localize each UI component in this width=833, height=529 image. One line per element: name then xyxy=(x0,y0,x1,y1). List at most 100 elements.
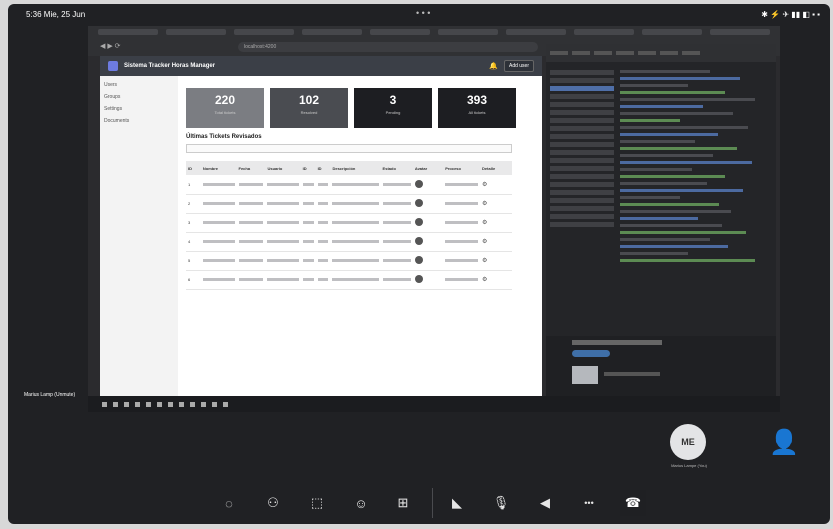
table-row[interactable]: 1 ⚙ xyxy=(186,175,512,195)
gear-icon[interactable]: ⚙ xyxy=(480,270,512,290)
gear-icon[interactable]: ⚙ xyxy=(480,213,512,233)
blurred-text xyxy=(382,182,411,186)
blurred-cell xyxy=(330,175,381,195)
taskbar-icon[interactable] xyxy=(179,401,184,407)
table-row[interactable]: 4 ⚙ xyxy=(186,232,512,252)
self-avatar[interactable]: ME xyxy=(670,424,706,460)
blurred-cell xyxy=(315,175,331,195)
column-header[interactable]: ID xyxy=(300,161,316,175)
blurred-cell xyxy=(236,213,266,233)
blurred-cell xyxy=(236,251,266,271)
column-header[interactable]: ID xyxy=(315,161,331,175)
taskbar-icon[interactable] xyxy=(201,401,206,407)
taskbar-icon[interactable] xyxy=(124,401,129,407)
blurred-text xyxy=(445,202,479,205)
taskbar-icon[interactable] xyxy=(102,401,107,407)
search-input[interactable] xyxy=(186,144,512,153)
thumbnail-image xyxy=(572,366,598,384)
blurred-text xyxy=(267,221,299,224)
table-row[interactable]: 6 ⚙ xyxy=(186,270,512,290)
stat-label: Pending xyxy=(385,110,401,115)
blurred-cell xyxy=(265,194,301,214)
app-logo-icon xyxy=(108,61,118,71)
taskbar-icon[interactable] xyxy=(157,401,162,407)
camera-off-icon[interactable]: ◣ xyxy=(444,490,470,516)
taskbar-icon[interactable] xyxy=(146,401,151,407)
sidebar-item-groups[interactable]: Groups xyxy=(104,94,174,100)
url-bar[interactable]: localhost:4200 xyxy=(238,42,538,52)
blurred-cell xyxy=(315,194,331,214)
blurred-text xyxy=(332,221,379,224)
column-header[interactable]: Descripción xyxy=(330,161,381,175)
more-dots-icon[interactable]: • • • xyxy=(416,8,430,18)
column-header[interactable]: Fecha xyxy=(236,161,266,175)
column-header[interactable]: Detalle xyxy=(480,161,512,175)
person-silhouette-icon[interactable]: 👤 xyxy=(766,424,802,460)
stat-card: 220 Total tickets xyxy=(186,88,264,128)
sidebar-item-users[interactable]: Users xyxy=(104,82,174,88)
column-header[interactable]: Nombre xyxy=(200,161,237,175)
blurred-text xyxy=(238,182,264,186)
blurred-text xyxy=(317,202,329,205)
column-header[interactable]: Estado xyxy=(380,161,413,175)
gear-icon[interactable]: ⚙ xyxy=(480,175,512,195)
table-title: Últimas Tickets Revisados xyxy=(186,134,262,140)
blurred-cell xyxy=(443,194,481,214)
people-icon[interactable]: ⚇ xyxy=(260,490,286,516)
table-row[interactable]: 2 ⚙ xyxy=(186,194,512,214)
blurred-text xyxy=(317,182,329,186)
status-time: 5:36 Mie, 25 Jun xyxy=(26,10,86,19)
mic-icon[interactable]: 🎙 xyxy=(488,490,514,516)
notification-icon[interactable]: 🔔 xyxy=(489,62,498,70)
shared-screen: ◀ ▶ ⟳ localhost:4200 Sistema Tracker Hor… xyxy=(88,26,780,412)
taskbar-icon[interactable] xyxy=(168,401,173,407)
stat-card: 102 Resolved xyxy=(270,88,348,128)
share-icon[interactable]: ⬚ xyxy=(304,490,330,516)
blurred-text xyxy=(332,240,379,243)
controls-divider xyxy=(432,488,433,518)
sidebar-item-documents[interactable]: Documents xyxy=(104,118,174,124)
more-icon[interactable]: ••• xyxy=(576,490,602,516)
table-row[interactable]: 5 ⚙ xyxy=(186,251,512,271)
react-icon[interactable]: ☺ xyxy=(348,490,374,516)
taskbar-icon[interactable] xyxy=(113,401,118,407)
stat-card: 393 All tickets xyxy=(438,88,516,128)
speaker-icon[interactable]: ◀ xyxy=(532,490,558,516)
avatar-icon xyxy=(414,275,423,283)
console-pill[interactable] xyxy=(572,350,610,357)
blurred-cell xyxy=(380,232,413,252)
sidebar-item-settings[interactable]: Settings xyxy=(104,106,174,112)
add-user-button[interactable]: Add user xyxy=(503,60,534,72)
hangup-icon[interactable]: ☎ xyxy=(620,490,646,516)
column-header[interactable]: Avatar xyxy=(412,161,444,175)
gear-icon[interactable]: ⚙ xyxy=(480,232,512,252)
table-row[interactable]: 3 ⚙ xyxy=(186,213,512,233)
blurred-text xyxy=(202,240,235,243)
browser-nav-icons[interactable]: ◀ ▶ ⟳ xyxy=(100,42,121,50)
devtools-tree[interactable] xyxy=(550,70,614,230)
taskbar-icon[interactable] xyxy=(190,401,195,407)
taskbar-icon[interactable] xyxy=(135,401,140,407)
gear-icon[interactable]: ⚙ xyxy=(480,251,512,271)
chat-icon[interactable]: ◌ xyxy=(216,490,242,516)
cell-id: 2 xyxy=(186,194,201,214)
taskbar-icon[interactable] xyxy=(212,401,217,407)
blurred-text xyxy=(332,202,379,205)
blurred-cell xyxy=(200,213,237,233)
cell-id: 6 xyxy=(186,270,201,290)
blurred-cell xyxy=(330,270,381,290)
cell-id: 4 xyxy=(186,232,201,252)
column-header[interactable]: Proceso xyxy=(443,161,481,175)
console-link[interactable] xyxy=(572,340,662,345)
taskbar-icon[interactable] xyxy=(223,401,228,407)
table-body: 1 ⚙ 2 ⚙ 3 ⚙ 4 ⚙ 5 ⚙ 6 ⚙ xyxy=(186,175,512,290)
stat-value: 3 xyxy=(389,93,397,107)
column-header[interactable]: ID xyxy=(186,161,201,175)
blurred-cell xyxy=(265,175,301,195)
column-header[interactable]: Usuario xyxy=(265,161,301,175)
blurred-cell xyxy=(300,251,316,271)
gear-icon[interactable]: ⚙ xyxy=(480,194,512,214)
devtools-tabs[interactable] xyxy=(546,44,776,62)
more-apps-icon[interactable]: ⊞ xyxy=(390,490,416,516)
browser-tabs[interactable] xyxy=(98,29,770,39)
